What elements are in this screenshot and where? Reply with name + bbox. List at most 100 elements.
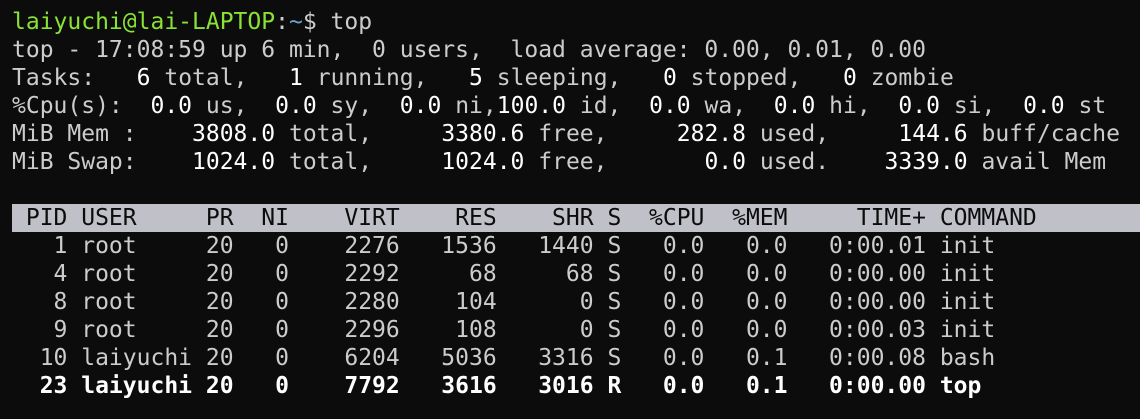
cell-user: root: [67, 289, 193, 315]
cpu-hi: 0.0: [773, 93, 816, 119]
cell-mem: 0.0: [704, 289, 788, 315]
tasks-label: Tasks:: [12, 65, 96, 91]
cell-mem: 0.1: [704, 373, 788, 399]
cell-command: init: [925, 317, 1037, 343]
mem-used: 282.8: [676, 121, 747, 147]
swap-used-label: used.: [759, 149, 830, 175]
table-row: 10 laiyuchi 20 0 6204 5036 3316 S 0.0 0.…: [12, 344, 1140, 372]
cpu-label: %Cpu(s):: [12, 93, 123, 119]
cell-state: S: [593, 261, 622, 287]
swap-total: 1024.0: [192, 149, 276, 175]
cell-shr: 0: [496, 317, 594, 343]
cpu-si: 0.0: [898, 93, 940, 119]
cpu-id: 100.0: [496, 93, 566, 119]
header-col-command: COMMAND: [925, 205, 1037, 231]
cell-time: 0:00.01: [787, 233, 926, 259]
swap-line: MiB Swap: 1024.0 total, 1024.0 free, 0.0…: [12, 148, 1140, 176]
cell-virt: 2292: [288, 261, 400, 287]
cell-res: 104: [399, 289, 497, 315]
cell-ni: 0: [233, 233, 289, 259]
cell-ni: 0: [233, 317, 289, 343]
table-row: 23 laiyuchi 20 0 7792 3616 3016 R 0.0 0.…: [12, 372, 1140, 400]
cpu-line: %Cpu(s): 0.0 us, 0.0 sy, 0.0 ni,100.0 id…: [12, 92, 1140, 120]
header-col-virt: VIRT: [288, 205, 400, 231]
cpu-st-label: st: [1078, 93, 1107, 119]
header-col-mem: %MEM: [704, 205, 788, 231]
mem-line: MiB Mem : 3808.0 total, 3380.6 free, 282…: [12, 120, 1140, 148]
cell-state: S: [593, 345, 622, 371]
swap-free-label: free,: [538, 149, 608, 175]
cell-cpu: 0.0: [621, 373, 705, 399]
cell-mem: 0.1: [704, 345, 788, 371]
cell-pid: 4: [12, 261, 68, 287]
tasks-zombie-label: zombie: [870, 65, 954, 91]
cell-virt: 2296: [288, 317, 400, 343]
prompt-symbol: $: [302, 9, 317, 35]
cell-ni: 0: [233, 345, 289, 371]
cell-command: init: [925, 261, 1037, 287]
header-col-ni: NI: [233, 205, 289, 231]
swap-label: MiB Swap:: [12, 149, 137, 175]
cell-cpu: 0.0: [621, 317, 705, 343]
cell-pr: 20: [192, 317, 234, 343]
table-row: 8 root 20 0 2280 104 0 S 0.0 0.0 0:00.00…: [12, 288, 1140, 316]
tasks-total: 6: [136, 65, 151, 91]
mem-used-label: used,: [759, 121, 830, 147]
terminal-window[interactable]: laiyuchi@lai-LAPTOP:~$ top top - 17:08:5…: [12, 8, 1140, 400]
header-col-cpu: %CPU: [621, 205, 705, 231]
cpu-sy-label: sy,: [330, 93, 373, 119]
cell-shr: 3316: [496, 345, 594, 371]
tasks-zombie: 0: [842, 65, 857, 91]
header-col-pid: PID: [12, 205, 68, 231]
cell-res: 108: [399, 317, 497, 343]
cell-time: 0:00.00: [787, 289, 926, 315]
cpu-id-label: id,: [579, 93, 622, 119]
cell-res: 1536: [399, 233, 497, 259]
cell-time: 0:00.00: [787, 373, 926, 399]
tasks-stopped: 0: [662, 65, 677, 91]
cell-res: 5036: [399, 345, 497, 371]
cpu-wa-label: wa,: [704, 93, 747, 119]
cell-virt: 7792: [288, 373, 400, 399]
process-table-body: 1 root 20 0 2276 1536 1440 S 0.0 0.0 0:0…: [12, 232, 1140, 400]
mem-buff: 144.6: [898, 121, 968, 147]
cell-pr: 20: [192, 373, 234, 399]
cpu-sy: 0.0: [275, 93, 317, 119]
header-col-state: S: [593, 205, 622, 231]
process-table-header: PID USER PR NI VIRT RES SHR S %CPU %MEM …: [12, 204, 1140, 232]
cell-mem: 0.0: [704, 317, 788, 343]
cell-shr: 3016: [496, 373, 594, 399]
cell-user: laiyuchi: [67, 373, 193, 399]
cell-state: S: [593, 317, 622, 343]
cell-state: S: [593, 289, 622, 315]
cell-cpu: 0.0: [621, 261, 705, 287]
cell-command: top: [925, 373, 1037, 399]
prompt-user-host: laiyuchi@lai-LAPTOP: [12, 9, 276, 35]
tasks-running-label: running,: [316, 65, 428, 91]
cell-virt: 6204: [288, 345, 400, 371]
mem-label: MiB Mem :: [12, 121, 137, 147]
swap-avail: 3339.0: [884, 149, 968, 175]
cell-mem: 0.0: [704, 261, 788, 287]
cpu-hi-label: hi,: [829, 93, 871, 119]
cell-pr: 20: [192, 233, 234, 259]
tasks-running: 1: [289, 65, 303, 91]
header-col-pr: PR: [192, 205, 234, 231]
cell-virt: 2280: [288, 289, 400, 315]
cell-cpu: 0.0: [621, 233, 705, 259]
header-col-user: USER: [67, 205, 193, 231]
cell-state: S: [593, 233, 622, 259]
cell-mem: 0.0: [704, 233, 788, 259]
cell-shr: 0: [496, 289, 594, 315]
cell-pid: 10: [12, 345, 68, 371]
cell-shr: 1440: [496, 233, 594, 259]
prompt-colon: :: [275, 9, 289, 35]
cpu-si-label: si,: [953, 93, 996, 119]
swap-free: 1024.0: [441, 149, 525, 175]
tasks-sleeping: 5: [469, 65, 483, 91]
cell-command: bash: [925, 345, 1037, 371]
cell-pid: 8: [12, 289, 68, 315]
cell-user: root: [67, 317, 193, 343]
cell-virt: 2276: [288, 233, 400, 259]
cell-shr: 68: [496, 261, 594, 287]
